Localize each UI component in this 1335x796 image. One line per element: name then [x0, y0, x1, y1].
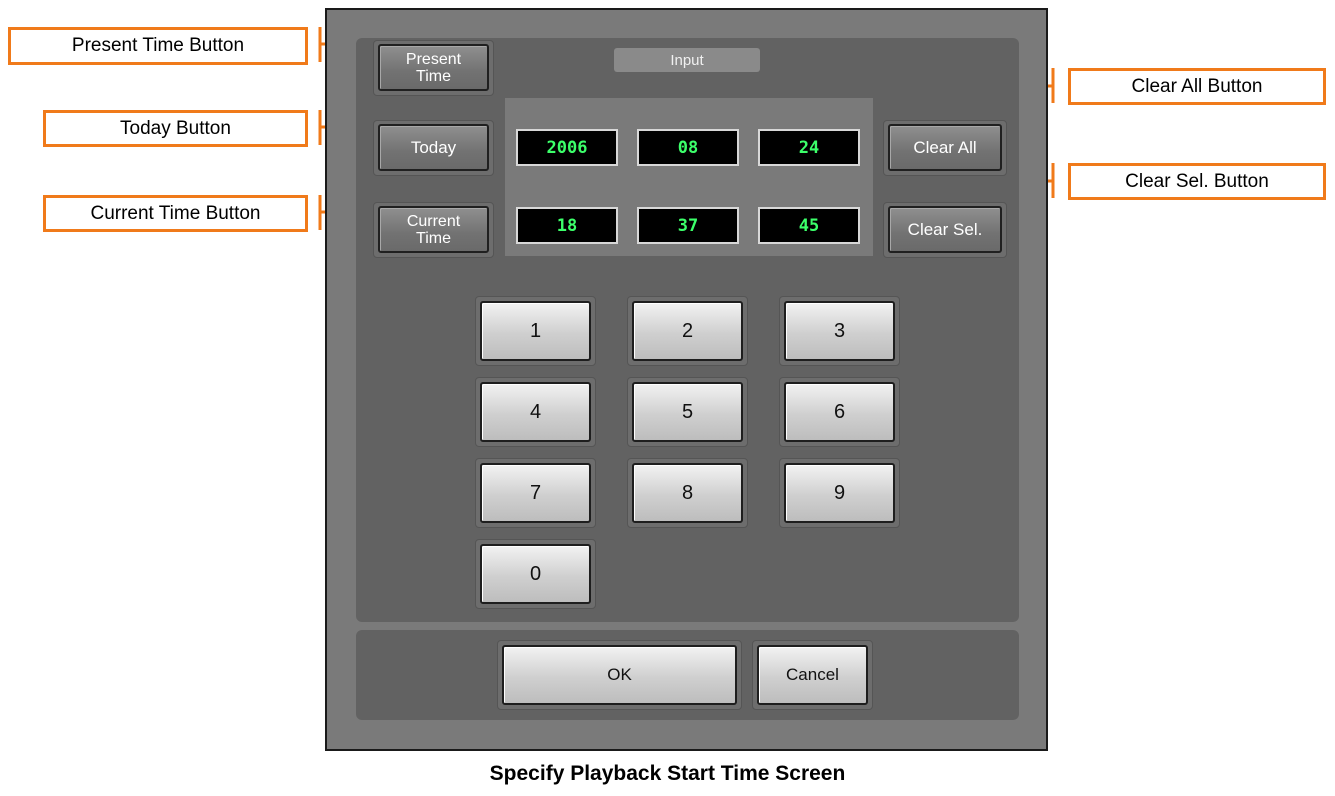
input-label: Input — [614, 48, 760, 72]
key-5[interactable]: 5 — [632, 382, 743, 442]
key-8[interactable]: 8 — [632, 463, 743, 523]
second-field[interactable]: 45 — [758, 207, 860, 244]
callout-clear-sel: Clear Sel. Button — [1068, 163, 1326, 200]
key-0[interactable]: 0 — [480, 544, 591, 604]
ok-button[interactable]: OK — [502, 645, 737, 705]
clear-sel-button[interactable]: Clear Sel. — [888, 206, 1002, 253]
key-2[interactable]: 2 — [632, 301, 743, 361]
cancel-button[interactable]: Cancel — [757, 645, 868, 705]
key-4[interactable]: 4 — [480, 382, 591, 442]
callout-present-time: Present Time Button — [8, 27, 308, 65]
today-button[interactable]: Today — [378, 124, 489, 171]
day-field[interactable]: 24 — [758, 129, 860, 166]
current-time-button[interactable]: Current Time — [378, 206, 489, 253]
present-time-line2: Time — [416, 67, 451, 85]
callout-current-time: Current Time Button — [43, 195, 308, 232]
hour-field[interactable]: 18 — [516, 207, 618, 244]
month-field[interactable]: 08 — [637, 129, 739, 166]
figure-caption: Specify Playback Start Time Screen — [489, 762, 846, 785]
present-time-button[interactable]: Present Time — [378, 44, 489, 91]
key-7[interactable]: 7 — [480, 463, 591, 523]
year-field[interactable]: 2006 — [516, 129, 618, 166]
current-time-line1: Current — [406, 212, 461, 230]
current-time-line2: Time — [416, 229, 451, 247]
callout-clear-all: Clear All Button — [1068, 68, 1326, 105]
key-1[interactable]: 1 — [480, 301, 591, 361]
clear-all-button[interactable]: Clear All — [888, 124, 1002, 171]
callout-today: Today Button — [43, 110, 308, 147]
key-3[interactable]: 3 — [784, 301, 895, 361]
key-9[interactable]: 9 — [784, 463, 895, 523]
present-time-line1: Present — [405, 50, 462, 68]
key-6[interactable]: 6 — [784, 382, 895, 442]
minute-field[interactable]: 37 — [637, 207, 739, 244]
